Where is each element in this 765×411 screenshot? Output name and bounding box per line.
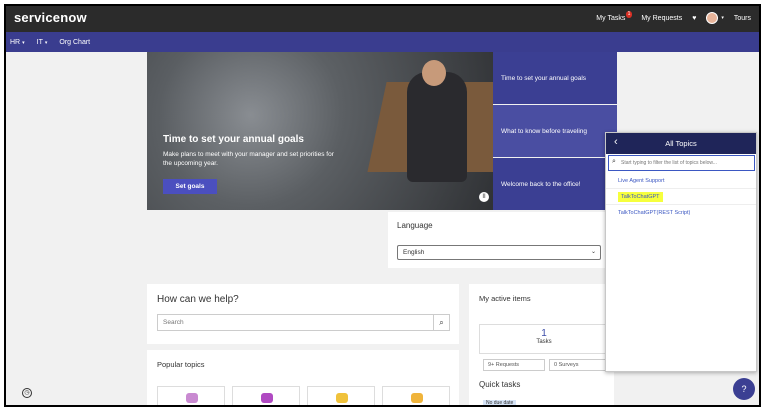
topic-item-talktochatgpt-rest-script[interactable]: TalkToChatGPT(REST Script): [606, 205, 756, 221]
topics-filter-input[interactable]: [621, 157, 751, 169]
topic-tile-icon: [336, 393, 348, 403]
my-requests-link[interactable]: My Requests: [641, 15, 682, 22]
tasks-label: Tasks: [536, 339, 552, 345]
help-search: ⌕: [157, 314, 450, 331]
help-search-input[interactable]: [158, 315, 433, 330]
top-nav: My Tasks 1 My Requests ♥ ▾ Tours: [596, 10, 751, 24]
subnav-item-label: HR: [10, 38, 21, 46]
my-tasks-link[interactable]: My Tasks 1: [596, 10, 633, 22]
sub-nav: HR ▾ IT ▾ Org Chart: [6, 32, 759, 52]
requests-pill[interactable]: 9+ Requests: [483, 359, 545, 371]
chevron-down-icon: ⌄: [590, 249, 596, 255]
slide-item[interactable]: Welcome back to the office!: [493, 158, 617, 210]
tasks-count: 1: [541, 328, 547, 339]
due-date-badge: No due date: [483, 400, 517, 405]
language-title: Language: [397, 221, 433, 230]
user-menu[interactable]: ▾: [706, 12, 724, 24]
subnav-item-it[interactable]: IT ▾: [37, 39, 48, 46]
popular-topics-card: Popular topics: [147, 350, 459, 405]
surveys-pill[interactable]: 0 Surveys: [549, 359, 609, 371]
language-select[interactable]: English ⌄: [397, 245, 601, 260]
slide-item[interactable]: Time to set your annual goals: [493, 52, 617, 104]
hero-slide-list: Time to set your annual goals What to kn…: [493, 52, 617, 210]
topics-search: ⌕: [608, 155, 755, 171]
search-icon[interactable]: ⌕: [433, 315, 449, 330]
hero-person-head: [422, 60, 446, 86]
help-title: How can we help?: [157, 294, 239, 305]
slide-item[interactable]: What to know before traveling: [493, 105, 617, 157]
help-card: How can we help? ⌕: [147, 284, 459, 344]
topic-tile-icon: [411, 393, 423, 403]
topic-item-live-agent-support[interactable]: Live Agent Support: [606, 173, 756, 189]
help-icon: ?: [741, 384, 747, 394]
chevron-down-icon: ▾: [44, 39, 48, 46]
my-tasks-badge: 1: [625, 10, 633, 18]
hero-title: Time to set your annual goals: [163, 134, 304, 145]
topic-tile[interactable]: [307, 386, 375, 405]
topic-tile-icon: [261, 393, 273, 403]
browser-frame: servicenow My Tasks 1 My Requests ♥ ▾ To…: [4, 4, 761, 407]
topic-item-talktochatgpt[interactable]: TalkToChatGPT: [606, 189, 756, 205]
all-topics-panel: ‹ All Topics ⌕ Live Agent Support TalkTo…: [605, 132, 757, 372]
active-items-title: My active items: [479, 294, 531, 303]
my-requests-label: My Requests: [641, 14, 683, 22]
servicenow-logo[interactable]: servicenow: [14, 10, 87, 25]
tours-label: Tours: [733, 14, 751, 22]
chevron-down-icon: ▾: [721, 15, 724, 21]
hero-banner: Time to set your annual goals Make plans…: [147, 52, 493, 210]
subnav-item-label: IT: [36, 38, 43, 46]
pause-icon[interactable]: II: [479, 192, 489, 202]
topic-tile[interactable]: [382, 386, 450, 405]
clock-icon[interactable]: ◷: [22, 388, 32, 398]
topics-title: All Topics: [665, 139, 697, 148]
topic-tile[interactable]: [232, 386, 300, 405]
topic-tile-icon: [186, 393, 198, 403]
my-tasks-label: My Tasks: [596, 14, 626, 22]
topics-header: ‹ All Topics: [606, 133, 756, 154]
search-icon: ⌕: [612, 158, 616, 165]
tours-link[interactable]: Tours: [734, 15, 751, 22]
quick-tasks-title: Quick tasks: [479, 380, 521, 389]
virtual-agent-button[interactable]: ?: [733, 378, 755, 400]
subnav-item-org-chart[interactable]: Org Chart: [59, 39, 90, 46]
heart-icon[interactable]: ♥: [692, 15, 696, 22]
avatar: [706, 12, 719, 24]
language-selected: English: [403, 249, 425, 256]
hero-text: Make plans to meet with your manager and…: [163, 151, 334, 167]
topic-item-label: TalkToChatGPT: [618, 192, 663, 202]
chevron-down-icon: ▾: [22, 39, 25, 46]
set-goals-button[interactable]: Set goals: [163, 179, 217, 194]
popular-topics-title: Popular topics: [157, 360, 205, 369]
topic-tile[interactable]: [157, 386, 225, 405]
top-header: servicenow My Tasks 1 My Requests ♥ ▾ To…: [6, 6, 759, 32]
subnav-item-label: Org Chart: [59, 38, 91, 46]
language-card: Language English ⌄: [388, 212, 606, 268]
tasks-summary[interactable]: 1 Tasks: [479, 324, 609, 354]
active-items-card: My active items 1 Tasks 9+ Requests 0 Su…: [469, 284, 614, 405]
hero-person-graphic: [407, 72, 467, 182]
subnav-item-hr[interactable]: HR ▾: [10, 39, 25, 46]
